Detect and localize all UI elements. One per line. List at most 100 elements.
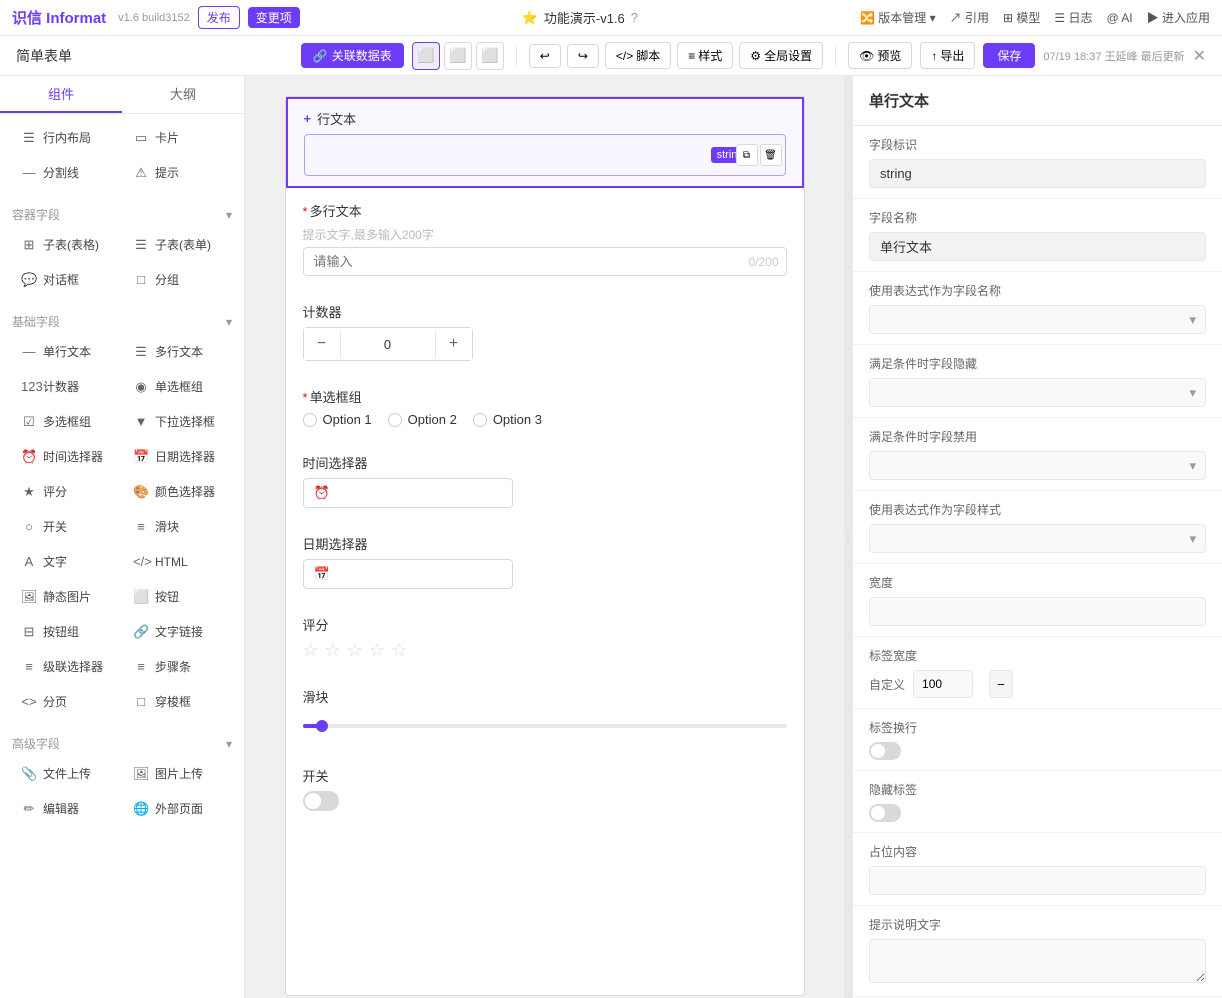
prop-expr-name-select[interactable] bbox=[869, 305, 1206, 334]
sidebar-item-steps[interactable]: ≡ 步骤条 bbox=[124, 651, 232, 682]
multiline-field[interactable]: *多行文本 提示文字,最多输入200字 0/200 bbox=[286, 188, 804, 289]
sidebar-item-static-image[interactable]: 🖼 静态图片 bbox=[12, 581, 120, 612]
advanced-header[interactable]: 高级字段 ▾ bbox=[12, 735, 232, 752]
log-btn[interactable]: ☰ 日志 bbox=[1054, 9, 1092, 26]
sidebar-item-timepicker[interactable]: ⏰ 时间选择器 bbox=[12, 441, 120, 472]
star-2[interactable]: ☆ bbox=[325, 640, 341, 661]
sidebar-item-editor[interactable]: ✏ 编辑器 bbox=[12, 793, 120, 824]
changelog-button[interactable]: 变更项 bbox=[248, 7, 300, 28]
hide-label-toggle[interactable] bbox=[869, 804, 901, 822]
rating-field[interactable]: 评分 ☆ ☆ ☆ ☆ ☆ bbox=[286, 602, 804, 674]
label-width-minus-btn[interactable]: − bbox=[989, 670, 1013, 698]
sidebar-item-image-upload[interactable]: 🖼 图片上传 bbox=[124, 758, 232, 789]
copy-field-btn[interactable]: ⧉ bbox=[736, 144, 758, 166]
publish-button[interactable]: 发布 bbox=[198, 6, 240, 29]
sidebar-item-external-page[interactable]: 🌐 外部页面 bbox=[124, 793, 232, 824]
sidebar-item-card[interactable]: ▭ 卡片 bbox=[124, 122, 232, 153]
tab-components[interactable]: 组件 bbox=[0, 76, 122, 113]
sidebar-item-multiline[interactable]: ☰ 多行文本 bbox=[124, 336, 232, 367]
datepicker-input[interactable]: 📅 bbox=[303, 559, 513, 589]
desktop-layout-btn[interactable]: ⬜ bbox=[412, 42, 440, 70]
sidebar-item-button-group[interactable]: ⊟ 按钮组 bbox=[12, 616, 120, 647]
sidebar-item-button[interactable]: ⬜ 按钮 bbox=[124, 581, 232, 612]
radio-option-1[interactable]: Option 1 bbox=[303, 412, 372, 427]
sidebar-item-text[interactable]: A 文字 bbox=[12, 546, 120, 577]
enter-app-btn[interactable]: ▶ 进入应用 bbox=[1147, 9, 1210, 26]
help-icon[interactable]: ? bbox=[631, 10, 638, 25]
sidebar-item-cascade[interactable]: ≡ 级联选择器 bbox=[12, 651, 120, 682]
style-button[interactable]: ≡ 样式 bbox=[677, 42, 733, 69]
counter-increment-btn[interactable]: + bbox=[436, 328, 472, 360]
container-header[interactable]: 容器字段 ▾ bbox=[12, 206, 232, 223]
switch-field[interactable]: 开关 bbox=[286, 753, 804, 824]
undo-button[interactable]: ↩ bbox=[529, 44, 561, 68]
radio-field[interactable]: *单选框组 Option 1 Option 2 Option 3 bbox=[286, 374, 804, 440]
sidebar-item-dropdown[interactable]: ▼ 下拉选择框 bbox=[124, 406, 232, 437]
prop-disable-condition-select[interactable] bbox=[869, 451, 1206, 480]
sidebar-item-hint[interactable]: ⚠ 提示 bbox=[124, 157, 232, 188]
mobile-layout-btn[interactable]: ⬜ bbox=[476, 42, 504, 70]
label-wrap-toggle[interactable] bbox=[869, 742, 901, 760]
sidebar-item-divider[interactable]: — 分割线 bbox=[12, 157, 120, 188]
star-3[interactable]: ☆ bbox=[347, 640, 363, 661]
sidebar-item-singleline[interactable]: — 单行文本 bbox=[12, 336, 120, 367]
sidebar-item-datepicker[interactable]: 📅 日期选择器 bbox=[124, 441, 232, 472]
sidebar-item-html[interactable]: </> HTML bbox=[124, 546, 232, 577]
timepicker-input[interactable]: ⏰ bbox=[303, 478, 513, 508]
switch-toggle[interactable] bbox=[303, 791, 339, 811]
star-4[interactable]: ☆ bbox=[369, 640, 385, 661]
slider-field[interactable]: 滑块 bbox=[286, 674, 804, 753]
version-mgmt-btn[interactable]: 🔀 版本管理 ▾ bbox=[860, 9, 936, 26]
sidebar-item-file-upload[interactable]: 📎 文件上传 bbox=[12, 758, 120, 789]
quote-btn[interactable]: ↗ 引用 bbox=[950, 9, 989, 26]
sidebar-item-row-layout[interactable]: ☰ 行内布局 bbox=[12, 122, 120, 153]
sidebar-item-slider[interactable]: ≡ 滑块 bbox=[124, 511, 232, 542]
sidebar-item-rating[interactable]: ★ 评分 bbox=[12, 476, 120, 507]
datepicker-field[interactable]: 日期选择器 📅 bbox=[286, 521, 804, 602]
sidebar-item-subtable-grid[interactable]: ⊞ 子表(表格) bbox=[12, 229, 120, 260]
sidebar-item-switch[interactable]: ○ 开关 bbox=[12, 511, 120, 542]
preview-button[interactable]: 👁 预览 bbox=[848, 42, 912, 69]
resize-handle[interactable]: ⋮ bbox=[844, 76, 852, 998]
sidebar-item-subtable-form[interactable]: ☰ 子表(表单) bbox=[124, 229, 232, 260]
tablet-layout-btn[interactable]: ⬜ bbox=[444, 42, 472, 70]
basic-header[interactable]: 基础字段 ▾ bbox=[12, 313, 232, 330]
slider-thumb[interactable] bbox=[316, 720, 328, 732]
sidebar-item-checkbox[interactable]: ☑ 多选框组 bbox=[12, 406, 120, 437]
ai-btn[interactable]: @ AI bbox=[1106, 11, 1132, 25]
sidebar-item-transfer[interactable]: □ 穿梭框 bbox=[124, 686, 232, 717]
sidebar-item-text-link[interactable]: 🔗 文字链接 bbox=[124, 616, 232, 647]
sidebar-item-pagination[interactable]: <> 分页 bbox=[12, 686, 120, 717]
prop-expr-style-select[interactable] bbox=[869, 524, 1206, 553]
close-button[interactable]: ✕ bbox=[1193, 46, 1206, 66]
sidebar-item-counter[interactable]: 123 计数器 bbox=[12, 371, 120, 402]
prop-hide-condition-select[interactable] bbox=[869, 378, 1206, 407]
model-btn[interactable]: ⊞ 模型 bbox=[1003, 9, 1040, 26]
prop-width-input[interactable] bbox=[869, 597, 1206, 626]
label-width-input[interactable] bbox=[913, 670, 973, 698]
sidebar-item-radio[interactable]: ◉ 单选框组 bbox=[124, 371, 232, 402]
timepicker-field[interactable]: 时间选择器 ⏰ bbox=[286, 440, 804, 521]
sidebar-item-colorpicker[interactable]: 🎨 颜色选择器 bbox=[124, 476, 232, 507]
prop-help-text-input[interactable] bbox=[869, 939, 1206, 983]
tab-outline[interactable]: 大纲 bbox=[122, 76, 244, 113]
link-table-button[interactable]: 🔗 关联数据表 bbox=[301, 43, 404, 68]
global-settings-button[interactable]: ⚙ 全局设置 bbox=[739, 42, 823, 69]
sidebar-item-dialog[interactable]: 💬 对话框 bbox=[12, 264, 120, 295]
export-button[interactable]: ↑ 导出 bbox=[920, 42, 975, 69]
prop-field-id-input[interactable] bbox=[869, 159, 1206, 188]
script-button[interactable]: </> 脚本 bbox=[605, 42, 671, 69]
delete-field-btn[interactable]: 🗑 bbox=[760, 144, 782, 166]
radio-option-3[interactable]: Option 3 bbox=[473, 412, 542, 427]
counter-field[interactable]: 计数器 − 0 + bbox=[286, 289, 804, 374]
radio-option-2[interactable]: Option 2 bbox=[388, 412, 457, 427]
counter-decrement-btn[interactable]: − bbox=[304, 328, 340, 360]
save-button[interactable]: 保存 bbox=[983, 43, 1035, 68]
sidebar-item-group[interactable]: □ 分组 bbox=[124, 264, 232, 295]
redo-button[interactable]: ↪ bbox=[567, 44, 599, 68]
prop-placeholder-input[interactable] bbox=[869, 866, 1206, 895]
prop-field-name-input[interactable] bbox=[869, 232, 1206, 261]
star-5[interactable]: ☆ bbox=[391, 640, 407, 661]
singleline-field[interactable]: + 行文本 string ⧉ 🗑 bbox=[286, 97, 804, 188]
multiline-input[interactable] bbox=[303, 247, 787, 276]
